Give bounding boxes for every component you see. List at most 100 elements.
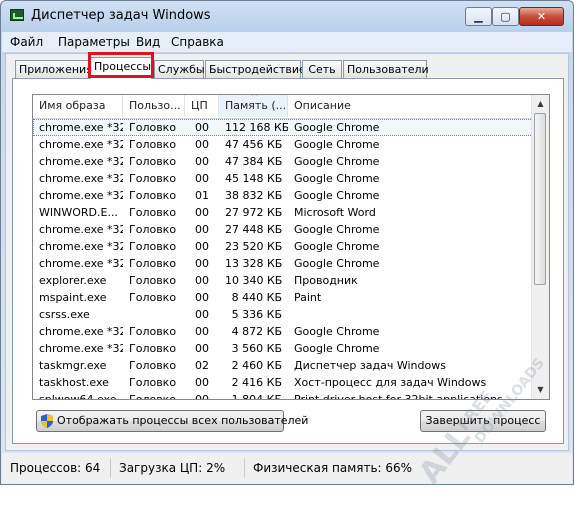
cell-user: Головко — [129, 240, 177, 253]
cell-cpu: 00 — [195, 223, 209, 236]
title-bar[interactable]: Диспетчер задач Windows ▁ ▢ ✕ — [1, 1, 573, 31]
scroll-down-icon[interactable]: ▼ — [533, 382, 548, 398]
status-cpu-usage: Загрузка ЦП: 2% — [113, 458, 245, 478]
cell-user: Головко — [129, 155, 177, 168]
close-button[interactable]: ✕ — [519, 7, 564, 26]
cell-memory: 27 972 КБ — [225, 206, 283, 219]
scroll-thumb[interactable] — [534, 113, 546, 285]
tab-processes[interactable]: Процессы — [90, 57, 152, 79]
cell-memory: 27 448 КБ — [225, 223, 283, 236]
show-all-users-processes-button[interactable]: Отображать процессы всех пользователей — [36, 410, 308, 432]
cell-user: Головко — [129, 274, 177, 287]
column-header-image-name[interactable]: Имя образа — [33, 95, 123, 117]
column-header-description[interactable]: Описание — [288, 95, 533, 117]
table-row[interactable]: chrome.exe *32 Головко 00 47 456 КБ Google C… — [33, 136, 533, 153]
cell-cpu: 00 — [195, 138, 209, 151]
cell-user: Головко — [129, 189, 177, 202]
menu-file[interactable]: Файл — [10, 35, 43, 49]
cell-memory: 13 328 КБ — [225, 257, 283, 270]
cell-image-name: chrome.exe *32 — [39, 325, 123, 338]
cell-description: Print driver host for 32bit applications — [294, 393, 503, 400]
cell-memory: 38 832 КБ — [225, 189, 283, 202]
table-row[interactable]: csrss.exe 00 5 336 КБ — [33, 306, 533, 323]
vertical-scrollbar[interactable]: ▲ ▼ — [531, 95, 549, 399]
cell-cpu: 00 — [195, 376, 209, 389]
menu-parameters[interactable]: Параметры — [58, 35, 130, 49]
cell-description: Google Chrome — [294, 325, 380, 338]
table-row[interactable]: WINWORD.E... Головко 00 27 972 КБ Microsoft … — [33, 204, 533, 221]
cell-memory: 4 872 КБ — [231, 325, 282, 338]
maximize-button[interactable]: ▢ — [492, 7, 519, 26]
table-row[interactable]: taskhost.exe Головко 00 2 416 КБ Хост-процес… — [33, 374, 533, 391]
cell-cpu: 00 — [195, 291, 209, 304]
menu-bar: Файл Параметры Вид Справка — [2, 32, 572, 52]
cell-memory: 112 168 КБ — [225, 121, 288, 134]
table-row[interactable]: chrome.exe *32 Головко 00 13 328 КБ Google C… — [33, 255, 533, 272]
minimize-button[interactable]: ▁ — [465, 7, 492, 26]
table-row[interactable]: chrome.exe *32 Головко 01 38 832 КБ Google C… — [33, 187, 533, 204]
cell-description: Диспетчер задач Windows — [294, 359, 446, 372]
tab-applications[interactable]: Приложения — [15, 60, 93, 78]
cell-user: Головко — [129, 206, 177, 219]
menu-view[interactable]: Вид — [136, 35, 160, 49]
cell-image-name: chrome.exe *32 — [39, 121, 123, 134]
task-manager-app-icon — [10, 9, 24, 21]
cell-description: Google Chrome — [294, 342, 380, 355]
cell-cpu: 00 — [195, 240, 209, 253]
uac-shield-icon — [41, 414, 53, 428]
column-header-cpu[interactable]: ЦП — [185, 95, 219, 117]
cell-description: Google Chrome — [294, 257, 380, 270]
cell-image-name: splwow64.exe — [39, 393, 117, 400]
cell-cpu: 02 — [195, 359, 209, 372]
cell-description: Google Chrome — [294, 240, 380, 253]
cell-description: Google Chrome — [294, 189, 380, 202]
cell-cpu: 01 — [195, 189, 209, 202]
cell-user: Головко — [129, 393, 177, 400]
table-row[interactable]: splwow64.exe Головко 00 1 804 КБ Print drive… — [33, 391, 533, 400]
cell-cpu: 00 — [195, 121, 209, 134]
process-list[interactable]: Имя образа Пользо... ЦП Память (... ^ Оп… — [32, 94, 550, 400]
menu-help[interactable]: Справка — [171, 35, 224, 49]
cell-image-name: chrome.exe *32 — [39, 172, 123, 185]
cell-memory: 47 384 КБ — [225, 155, 283, 168]
table-row[interactable]: explorer.exe Головко 00 10 340 КБ Проводник — [33, 272, 533, 289]
tab-performance[interactable]: Быстродействие — [205, 60, 306, 78]
cell-memory: 8 440 КБ — [231, 291, 282, 304]
cell-user: Головко — [129, 257, 177, 270]
cell-memory: 23 520 КБ — [225, 240, 283, 253]
cell-image-name: chrome.exe *32 — [39, 155, 123, 168]
table-row[interactable]: chrome.exe *32 Головко 00 47 384 КБ Google C… — [33, 153, 533, 170]
cell-cpu: 00 — [195, 155, 209, 168]
cell-image-name: chrome.exe *32 — [39, 138, 123, 151]
cell-image-name: WINWORD.E... — [39, 206, 118, 219]
show-all-users-processes-label: Отображать процессы всех пользователей — [57, 414, 309, 427]
task-manager-window: Диспетчер задач Windows ▁ ▢ ✕ Файл Парам… — [0, 0, 574, 490]
cell-description — [288, 306, 533, 323]
tab-services[interactable]: Службы — [154, 60, 205, 78]
table-row[interactable]: mspaint.exe Головко 00 8 440 КБ Paint — [33, 289, 533, 306]
cell-cpu: 00 — [195, 308, 209, 321]
cell-memory: 10 340 КБ — [225, 274, 283, 287]
tab-users[interactable]: Пользователи — [343, 60, 429, 78]
status-process-count: Процессов: 64 — [4, 458, 111, 478]
cell-cpu: 00 — [195, 274, 209, 287]
table-row[interactable]: chrome.exe *32 Головко 00 27 448 КБ Google C… — [33, 221, 533, 238]
table-row[interactable]: chrome.exe *32 Головко 00 45 148 КБ Google C… — [33, 170, 533, 187]
tab-network[interactable]: Сеть — [302, 60, 342, 78]
cell-user: Головко — [129, 223, 177, 236]
table-row[interactable]: chrome.exe *32 Головко 00 4 872 КБ Google Ch… — [33, 323, 533, 340]
scroll-up-icon[interactable]: ▲ — [533, 96, 548, 112]
cell-description: Microsoft Word — [294, 206, 376, 219]
status-bar: Процессов: 64 Загрузка ЦП: 2% Физическая… — [2, 453, 572, 484]
table-row[interactable]: taskmgr.exe Головко 02 2 460 КБ Диспетчер за… — [33, 357, 533, 374]
cell-image-name: csrss.exe — [39, 308, 90, 321]
cell-user: Головко — [129, 342, 177, 355]
table-row[interactable]: chrome.exe *32 Головко 00 112 168 КБ Google … — [33, 119, 533, 136]
column-header-user[interactable]: Пользо... — [123, 95, 185, 117]
cell-memory: 2 460 КБ — [231, 359, 282, 372]
end-process-button[interactable]: Завершить процесс — [420, 410, 546, 432]
cell-user: Головко — [129, 121, 177, 134]
cell-user: Головко — [129, 172, 177, 185]
table-row[interactable]: chrome.exe *32 Головко 00 3 560 КБ Google Ch… — [33, 340, 533, 357]
table-row[interactable]: chrome.exe *32 Головко 00 23 520 КБ Google C… — [33, 238, 533, 255]
